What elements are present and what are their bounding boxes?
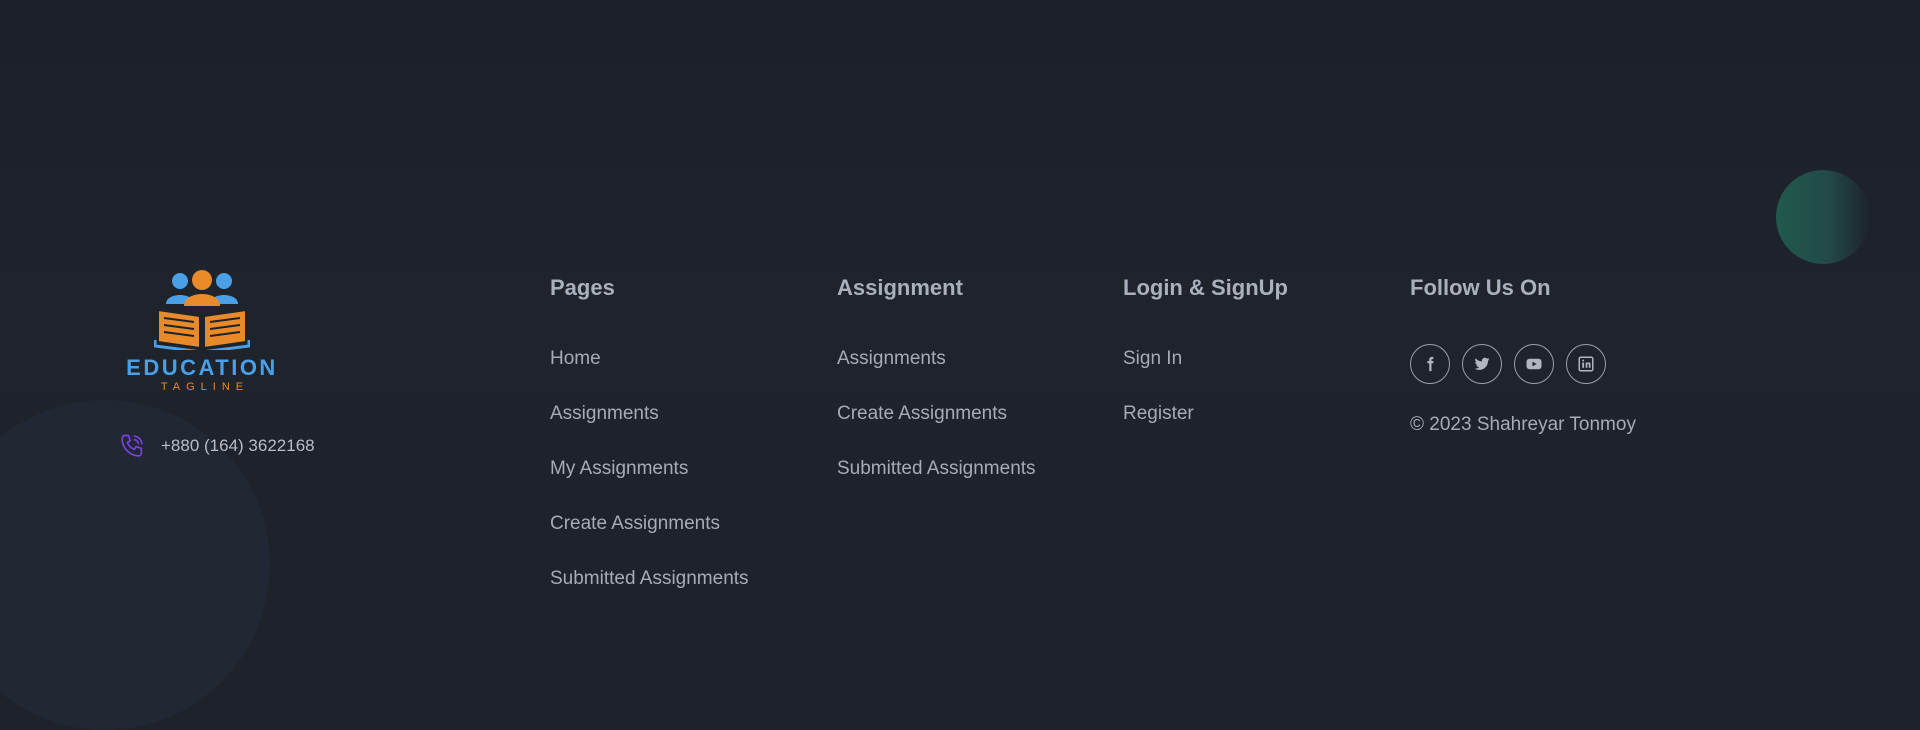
list-item: My Assignments bbox=[550, 454, 749, 509]
list-item: Home bbox=[550, 344, 749, 399]
brand-logo[interactable]: EDUCATION TAGLINE bbox=[118, 270, 286, 394]
footer-link-home[interactable]: Home bbox=[550, 344, 601, 374]
brand-tagline: TAGLINE bbox=[160, 381, 250, 393]
assignment-heading: Assignment bbox=[837, 275, 963, 300]
twitter-button[interactable] bbox=[1462, 344, 1502, 384]
footer-link-create-assignments[interactable]: Create Assignments bbox=[837, 399, 1007, 429]
youtube-button[interactable] bbox=[1514, 344, 1554, 384]
list-item: Register bbox=[1123, 399, 1288, 454]
copyright-text: © 2023 Shahreyar Tonmoy bbox=[1410, 414, 1636, 435]
list-item: Sign In bbox=[1123, 344, 1288, 399]
list-item: Assignments bbox=[837, 344, 1036, 399]
social-column: Follow Us On © 2023 Shahreyar Tonmoy bbox=[1410, 272, 1636, 438]
auth-column: Login & SignUp Sign In Register bbox=[1123, 272, 1288, 454]
linkedin-icon bbox=[1578, 356, 1594, 372]
footer-link-sign-in[interactable]: Sign In bbox=[1123, 344, 1182, 374]
auth-heading: Login & SignUp bbox=[1123, 275, 1288, 300]
auth-link-list: Sign In Register bbox=[1123, 344, 1288, 454]
list-item: Assignments bbox=[550, 399, 749, 454]
list-item: Create Assignments bbox=[550, 509, 749, 564]
phone-number: +880 (164) 3622168 bbox=[161, 436, 315, 455]
list-item: Submitted Assignments bbox=[837, 454, 1036, 509]
assignment-link-list: Assignments Create Assignments Submitted… bbox=[837, 344, 1036, 509]
footer-link-submitted-assignments[interactable]: Submitted Assignments bbox=[837, 454, 1036, 484]
footer-link-register[interactable]: Register bbox=[1123, 399, 1194, 429]
list-item: Create Assignments bbox=[837, 399, 1036, 454]
pages-heading: Pages bbox=[550, 275, 615, 300]
brand-name: EDUCATION bbox=[126, 355, 278, 380]
twitter-icon bbox=[1474, 357, 1490, 370]
linkedin-button[interactable] bbox=[1566, 344, 1606, 384]
phone-icon bbox=[121, 434, 143, 457]
contact-phone[interactable]: +880 (164) 3622168 bbox=[118, 432, 315, 460]
pages-link-list: Home Assignments My Assignments Create A… bbox=[550, 344, 749, 619]
footer-link-assignments[interactable]: Assignments bbox=[550, 399, 659, 429]
social-heading: Follow Us On bbox=[1410, 275, 1551, 300]
footer-link-assignments[interactable]: Assignments bbox=[837, 344, 946, 374]
assignment-column: Assignment Assignments Create Assignment… bbox=[837, 272, 1036, 509]
youtube-icon bbox=[1526, 358, 1542, 370]
footer-link-submitted-assignments[interactable]: Submitted Assignments bbox=[550, 564, 749, 594]
book-people-logo-icon bbox=[154, 270, 250, 350]
footer-link-create-assignments[interactable]: Create Assignments bbox=[550, 509, 720, 539]
facebook-icon bbox=[1427, 356, 1434, 372]
list-item: Submitted Assignments bbox=[550, 564, 749, 619]
site-footer: EDUCATION TAGLINE +880 (164) 3622168 Pag… bbox=[0, 0, 1920, 660]
social-links bbox=[1410, 344, 1636, 384]
facebook-button[interactable] bbox=[1410, 344, 1450, 384]
footer-link-my-assignments[interactable]: My Assignments bbox=[550, 454, 688, 484]
pages-column: Pages Home Assignments My Assignments Cr… bbox=[550, 272, 749, 619]
